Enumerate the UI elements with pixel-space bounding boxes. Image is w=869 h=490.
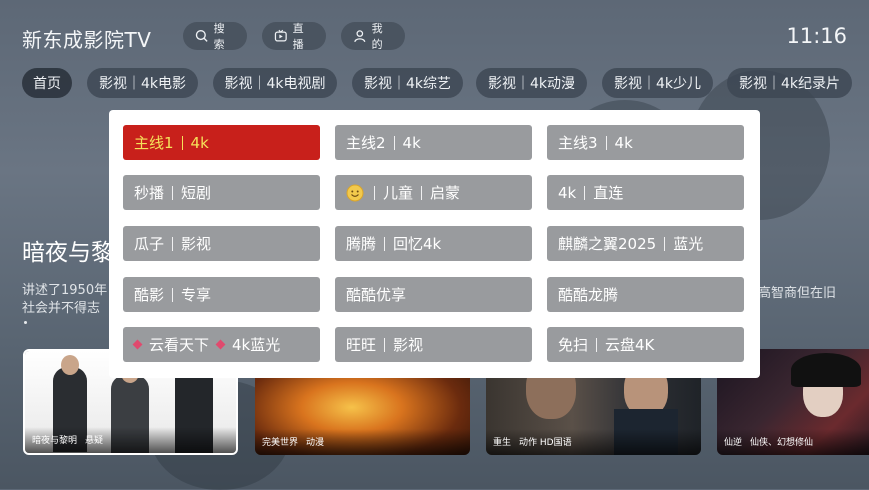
separator — [181, 135, 183, 150]
separator — [172, 287, 174, 302]
source-option[interactable]: 旺旺 影视 — [335, 327, 532, 362]
card-caption: 完美世界 动漫 — [255, 429, 470, 455]
source-option[interactable]: 4k 直连 — [547, 175, 744, 210]
hero-title: 暗夜与黎 — [22, 240, 114, 266]
poster-figure — [791, 353, 861, 387]
source-option-name: 麒麟之翼2025 — [558, 235, 657, 253]
card-tag: 悬疑 — [85, 436, 104, 446]
separator — [584, 185, 586, 200]
live-button-label: 直播 — [292, 22, 304, 51]
tab-4k-movies[interactable]: 影视｜4k电影 — [87, 68, 198, 98]
card-tag: 仙侠、幻想修仙 — [750, 438, 814, 448]
separator — [664, 236, 666, 251]
source-option-tag: 专享 — [181, 286, 212, 304]
diamond-icon — [132, 339, 143, 350]
source-option[interactable]: 瓜子 影视 — [123, 226, 320, 261]
poster-figure — [61, 355, 79, 375]
source-option[interactable]: 主线1 4k — [123, 125, 320, 160]
source-option-name: 儿童 — [383, 184, 414, 202]
source-option-tag: 启蒙 — [430, 184, 461, 202]
source-option-name: 酷酷龙腾 — [558, 286, 619, 304]
tab-4k-documentary[interactable]: 影视｜4k纪录片 — [727, 68, 852, 98]
source-option-name: 瓜子 — [134, 235, 165, 253]
source-selection-dialog: 主线1 4k 主线2 4k 主线3 4k 秒播 短剧 儿童 启蒙 4k 直连 瓜子 影视 腾腾… — [109, 110, 760, 378]
user-icon — [354, 30, 366, 43]
source-option[interactable]: 主线2 4k — [335, 125, 532, 160]
source-option[interactable]: 云看天下 4k蓝光 — [123, 327, 320, 362]
live-button[interactable]: 直播 — [262, 22, 326, 51]
source-option[interactable]: 腾腾 回忆4k — [335, 226, 532, 261]
pager-dot — [24, 321, 27, 324]
app-title: 新东成影院TV — [22, 28, 152, 52]
source-option-tag: 云盘4K — [605, 336, 655, 354]
source-option-name: 主线1 — [134, 134, 174, 152]
live-tv-icon — [274, 29, 287, 42]
card-title: 完美世界 — [262, 438, 299, 448]
smiley-face-icon — [346, 184, 364, 201]
hero-description-right: 高智商但在旧 — [758, 286, 837, 301]
separator — [172, 236, 174, 251]
card-title: 暗夜与黎明 — [32, 436, 78, 446]
tab-4k-tv-series[interactable]: 影视｜4k电视剧 — [213, 68, 337, 98]
source-option-name: 酷影 — [134, 286, 165, 304]
source-option-name: 主线3 — [558, 134, 598, 152]
profile-button-label: 我的 — [371, 22, 383, 51]
source-option[interactable]: 儿童 启蒙 — [335, 175, 532, 210]
hero-description-line: 社会并不得志 — [22, 301, 101, 316]
search-button-label: 搜索 — [213, 22, 225, 51]
diamond-icon — [215, 339, 226, 350]
source-option-name: 主线2 — [346, 134, 386, 152]
top-bar: 新东成影院TV 搜索 直播 我的 11:16 — [0, 0, 869, 70]
source-option-name: 4k — [558, 183, 577, 202]
card-tag: 动漫 — [306, 438, 325, 448]
separator — [596, 337, 598, 352]
tab-4k-variety[interactable]: 影视｜4k综艺 — [352, 68, 463, 98]
source-option-name: 旺旺 — [346, 336, 377, 354]
separator — [172, 185, 174, 200]
card-title: 仙逆 — [724, 438, 743, 448]
source-option-tag: 短剧 — [181, 184, 212, 202]
tab-4k-kids[interactable]: 影视｜4k少儿 — [602, 68, 713, 98]
separator — [605, 135, 607, 150]
separator — [384, 236, 386, 251]
separator — [384, 337, 386, 352]
separator — [421, 185, 423, 200]
tab-home[interactable]: 首页 — [22, 68, 72, 98]
source-option[interactable]: 免扫 云盘4K — [547, 327, 744, 362]
source-option-tag: 影视 — [393, 336, 424, 354]
source-option-tag: 4k蓝光 — [232, 336, 281, 354]
search-icon — [195, 29, 208, 42]
profile-button[interactable]: 我的 — [341, 22, 405, 51]
source-option-tag: 蓝光 — [673, 235, 704, 253]
source-option-tag: 回忆4k — [393, 235, 442, 253]
source-option-name: 秒播 — [134, 184, 165, 202]
source-option-tag: 4k — [190, 133, 209, 152]
source-option[interactable]: 麒麟之翼2025 蓝光 — [547, 226, 744, 261]
source-option[interactable]: 秒播 短剧 — [123, 175, 320, 210]
search-button[interactable]: 搜索 — [183, 22, 247, 51]
source-option[interactable]: 酷酷龙腾 — [547, 277, 744, 312]
source-option-tag: 4k — [614, 133, 633, 152]
separator — [374, 185, 375, 200]
source-option[interactable]: 酷酷优享 — [335, 277, 532, 312]
card-caption: 重生 动作 HD国语 — [486, 429, 701, 455]
card-title: 重生 — [493, 438, 512, 448]
separator — [393, 135, 395, 150]
card-caption: 仙逆 仙侠、幻想修仙 — [717, 429, 869, 455]
source-option-tag: 直连 — [593, 184, 624, 202]
source-option[interactable]: 酷影 专享 — [123, 277, 320, 312]
source-option-name: 酷酷优享 — [346, 286, 407, 304]
hero-description: 讲述了1950年 社会并不得志 — [22, 282, 107, 318]
source-option[interactable]: 主线3 4k — [547, 125, 744, 160]
clock: 11:16 — [786, 24, 847, 48]
hero-description-line: 讲述了1950年 — [22, 283, 108, 298]
source-option-name: 云看天下 — [149, 336, 210, 354]
card-caption: 暗夜与黎明 悬疑 — [25, 427, 236, 453]
source-option-tag: 影视 — [181, 235, 212, 253]
card-tag: 动作 HD国语 — [519, 438, 572, 448]
source-option-name: 免扫 — [558, 336, 589, 354]
source-option-name: 腾腾 — [346, 235, 377, 253]
source-option-tag: 4k — [402, 133, 421, 152]
tab-4k-anime[interactable]: 影视｜4k动漫 — [476, 68, 587, 98]
